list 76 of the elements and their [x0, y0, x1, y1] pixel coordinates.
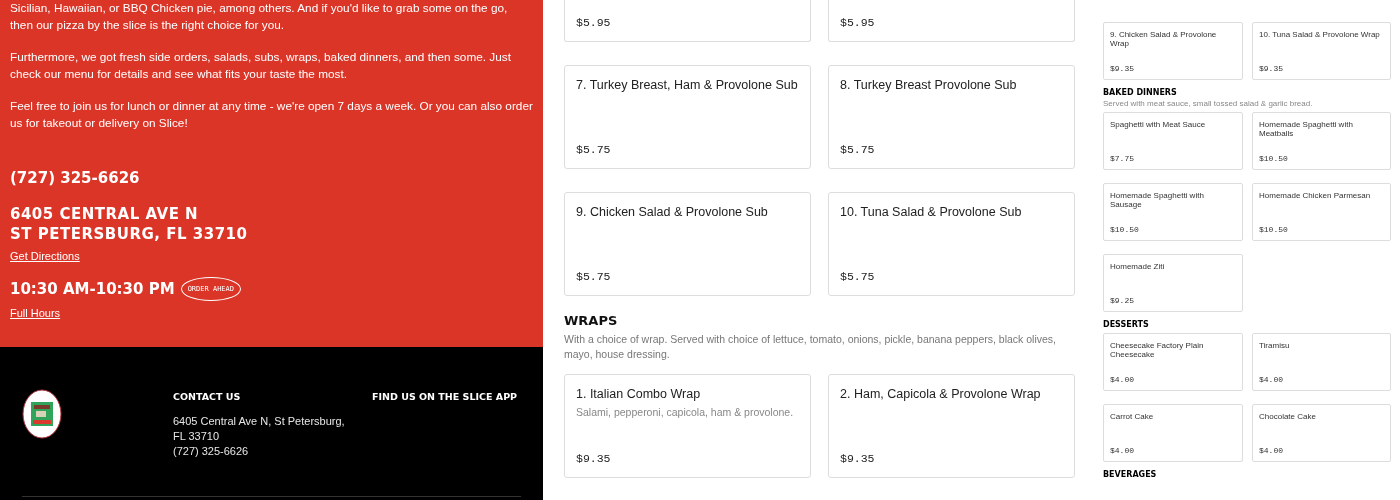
menu-card[interactable]: Chocolate Cake $4.00 — [1252, 404, 1391, 462]
item-price: $4.00 — [1110, 375, 1135, 384]
item-price: $7.75 — [1110, 154, 1135, 163]
menu-card[interactable]: 10. Tuna Salad & Provolone Sub $5.75 — [828, 192, 1075, 296]
app-heading: FIND US ON THE SLICE APP — [372, 391, 518, 402]
item-name: 2. Ham, Capicola & Provolone Wrap — [840, 387, 1042, 401]
item-name: Homemade Spaghetti with Meatballs — [1259, 120, 1354, 138]
item-name: 10. Tuna Salad & Provolone Sub — [840, 205, 1023, 219]
menu-card[interactable]: $5.95 — [828, 0, 1075, 42]
menu-card[interactable]: Cheesecake Factory Plain Cheesecake $4.00 — [1103, 333, 1243, 391]
item-price: $9.35 — [840, 452, 876, 465]
item-price: $4.00 — [1259, 375, 1284, 384]
about-paragraph: Furthermore, we got fresh side orders, salads, subs, wraps, baked dinners, and then some. Just check our menu for details and see what fits your taste the most. — [10, 49, 512, 83]
menu-card[interactable]: Homemade Ziti $9.25 — [1103, 254, 1243, 312]
item-name: 10. Tuna Salad & Provolone Wrap — [1259, 30, 1381, 39]
menu-card[interactable]: 7. Turkey Breast, Ham & Provolone Sub $5.75 — [564, 65, 811, 169]
contact-address: 6405 Central Ave N, St Petersburg, FL 33710 — [173, 414, 346, 444]
item-name: Tiramisu — [1259, 341, 1291, 350]
item-name: 9. Chicken Salad & Provolone Sub — [576, 205, 769, 219]
item-name: 7. Turkey Breast, Ham & Provolone Sub — [576, 78, 799, 92]
item-name: 9. Chicken Salad & Provolone Wrap — [1110, 30, 1218, 48]
item-price: $5.95 — [576, 16, 612, 29]
logo-drawing[interactable] — [22, 389, 62, 439]
menu-card[interactable]: Carrot Cake $4.00 — [1103, 404, 1243, 462]
section-heading: DESSERTS — [1103, 320, 1150, 329]
section-heading: BAKED DINNERS — [1103, 88, 1178, 97]
item-price: $9.25 — [1110, 296, 1135, 305]
item-price: $5.75 — [576, 270, 612, 283]
item-name: Carrot Cake — [1110, 412, 1155, 421]
menu-card[interactable]: 1. Italian Combo Wrap Salami, pepperoni, capicola, ham & provolone. $9.35 — [564, 374, 811, 478]
menu-card[interactable]: 8. Turkey Breast Provolone Sub $5.75 — [828, 65, 1075, 169]
item-price: $10.50 — [1110, 225, 1140, 234]
section-description: With a choice of wrap. Served with choice of lettuce, tomato, onions, pickle, banana peppers, black olives, mayo, house dressing. — [564, 332, 1057, 362]
address-line: 6405 CENTRAL AVE N — [10, 204, 200, 224]
about-paragraph: Feel free to join us for lunch or dinner at any time - we're open 7 days a week. Or you can also order us for takeout or delivery on Slice! — [10, 98, 533, 132]
opening-hours: 10:30 AM-10:30 PM — [10, 280, 175, 298]
section-description: Served with meat sauce, small tossed salad & garlic bread. — [1103, 99, 1314, 108]
item-price: $4.00 — [1259, 446, 1284, 455]
item-price: $10.50 — [1259, 225, 1289, 234]
item-price: $4.00 — [1110, 446, 1135, 455]
item-price: $9.35 — [1259, 64, 1284, 73]
item-name: 8. Turkey Breast Provolone Sub — [840, 78, 1018, 92]
item-name: Spaghetti with Meat Sauce — [1110, 120, 1207, 129]
item-name: Homemade Ziti — [1110, 262, 1166, 271]
menu-card[interactable]: Homemade Chicken Parmesan $10.50 — [1252, 183, 1391, 241]
section-heading: WRAPS — [564, 313, 619, 328]
about-paragraph: Sicilian, Hawaiian, or BBQ Chicken pie, among others. And if you'd like to grab some on the go, then our pizza by the slice is the right choice for you. — [10, 0, 509, 34]
item-price: $5.95 — [840, 16, 876, 29]
item-price: $9.35 — [576, 452, 612, 465]
menu-card[interactable]: Tiramisu $4.00 — [1252, 333, 1391, 391]
get-directions-link[interactable]: Get Directions — [10, 250, 80, 262]
contact-phone: (727) 325-6626 — [173, 444, 250, 459]
item-price: $9.35 — [1110, 64, 1135, 73]
phone-number: (727) 325-6626 — [10, 169, 140, 187]
menu-card[interactable]: Spaghetti with Meat Sauce $7.75 — [1103, 112, 1243, 170]
contact-heading: CONTACT US — [173, 391, 242, 402]
item-name: 1. Italian Combo Wrap — [576, 387, 702, 401]
item-name: Homemade Chicken Parmesan — [1259, 191, 1372, 200]
menu-card[interactable]: 9. Chicken Salad & Provolone Wrap $9.35 — [1103, 22, 1243, 80]
item-price: $5.75 — [840, 143, 876, 156]
item-name: Homemade Spaghetti with Sausage — [1110, 191, 1205, 209]
full-hours-link[interactable]: Full Hours — [10, 307, 61, 319]
item-price: $5.75 — [576, 143, 612, 156]
item-price: $10.50 — [1259, 154, 1289, 163]
menu-card[interactable]: 2. Ham, Capicola & Provolone Wrap $9.35 — [828, 374, 1075, 478]
menu-card[interactable]: 10. Tuna Salad & Provolone Wrap $9.35 — [1252, 22, 1391, 80]
item-description: Salami, pepperoni, capicola, ham & provolone. — [576, 406, 795, 418]
item-name: Cheesecake Factory Plain Cheesecake — [1110, 341, 1205, 359]
menu-card[interactable]: 9. Chicken Salad & Provolone Sub $5.75 — [564, 192, 811, 296]
section-heading: BEVERAGES — [1103, 470, 1158, 479]
menu-card[interactable]: Homemade Spaghetti with Meatballs $10.50 — [1252, 112, 1391, 170]
menu-card[interactable]: Homemade Spaghetti with Sausage $10.50 — [1103, 183, 1243, 241]
item-price: $5.75 — [840, 270, 876, 283]
menu-card[interactable]: $5.95 — [564, 0, 811, 42]
address-line: ST PETERSBURG, FL 33710 — [10, 224, 248, 244]
item-name: Chocolate Cake — [1259, 412, 1317, 421]
